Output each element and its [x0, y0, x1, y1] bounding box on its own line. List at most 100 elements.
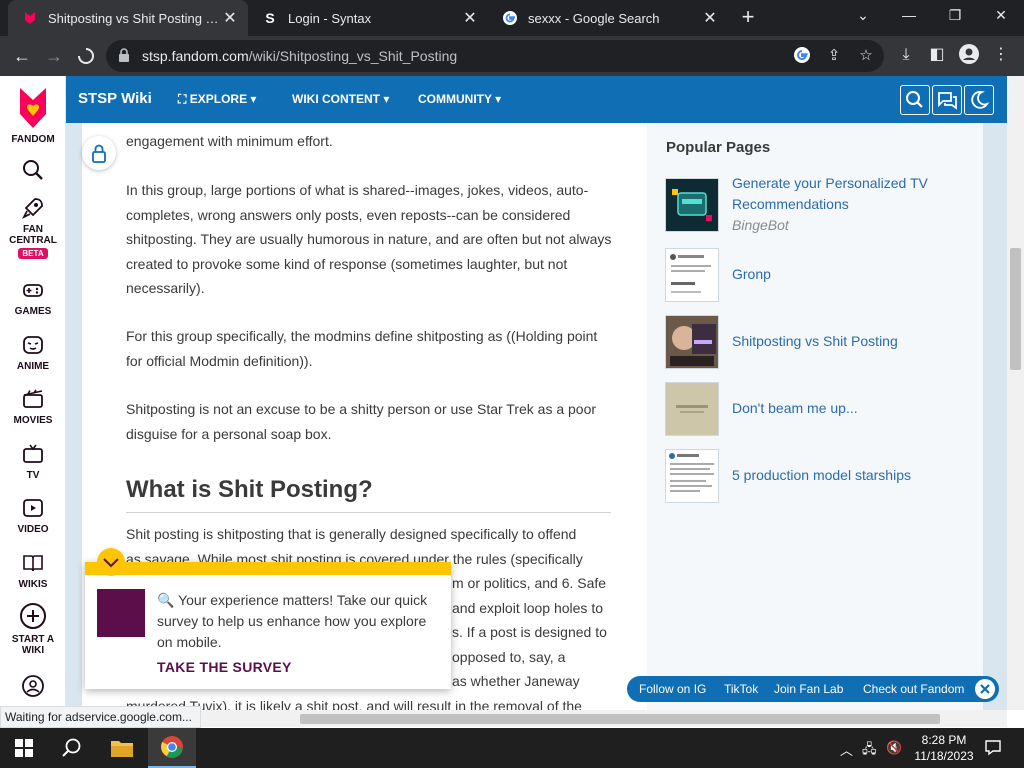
- fandom-brand-label: FANDOM: [11, 134, 55, 145]
- loading-spinner-icon[interactable]: [72, 42, 100, 70]
- forward-arrow-icon[interactable]: →: [40, 42, 68, 70]
- nav-wiki-content[interactable]: WIKI CONTENT ▾: [292, 92, 389, 106]
- address-bar[interactable]: stsp.fandom.com/wiki/Shitposting_vs_Shit…: [106, 40, 884, 72]
- horizontal-scroll-thumb[interactable]: [300, 714, 940, 724]
- lock-icon: [118, 48, 130, 62]
- user-account-button[interactable]: [0, 674, 66, 702]
- wiki-name-link[interactable]: STSP Wiki: [78, 90, 152, 107]
- tiktok-link[interactable]: TikTok: [724, 682, 758, 696]
- theme-toggle-button[interactable]: [964, 85, 994, 115]
- profile-avatar-icon[interactable]: [958, 44, 980, 66]
- rail-item-start-a-wiki[interactable]: START A WIKI: [0, 602, 66, 656]
- file-explorer-button[interactable]: [98, 728, 146, 768]
- check-out-fandom-link[interactable]: Check out Fandom: [863, 682, 964, 696]
- wiki-search-button[interactable]: [900, 85, 930, 115]
- popular-page-item[interactable]: Don't beam me up...: [665, 382, 965, 436]
- new-tab-icon[interactable]: +: [736, 6, 760, 30]
- chevron-down-icon: [103, 558, 119, 568]
- popular-page-item[interactable]: 5 production model starships: [665, 449, 965, 503]
- book-icon: [23, 555, 43, 572]
- nav-community[interactable]: COMMUNITY ▾: [418, 92, 501, 106]
- popular-page-link[interactable]: Shitposting vs Shit Posting: [732, 331, 962, 352]
- fandom-logo-icon: [20, 88, 46, 128]
- chrome-taskbar-button[interactable]: [148, 728, 196, 768]
- chevron-down-icon[interactable]: ⌄: [840, 0, 886, 32]
- article-paragraph-line: m or politics, and 6. Safe: [452, 575, 607, 591]
- network-icon[interactable]: 🖧: [862, 740, 877, 762]
- back-arrow-icon[interactable]: ←: [8, 42, 36, 70]
- download-icon[interactable]: ⤓: [895, 44, 917, 66]
- url-text: stsp.fandom.com/wiki/Shitposting_vs_Shit…: [142, 48, 458, 64]
- rail-label: WIKIS: [18, 579, 48, 590]
- minimize-icon[interactable]: —: [886, 0, 932, 32]
- close-icon[interactable]: ✕: [460, 8, 480, 28]
- popular-page-item[interactable]: Shitposting vs Shit Posting: [665, 315, 965, 369]
- follow-ig-link[interactable]: Follow on IG: [639, 682, 706, 696]
- rail-item-anime[interactable]: ANIME: [0, 333, 66, 372]
- survey-header-bar: [85, 562, 451, 575]
- popular-page-item[interactable]: Generate your Personalized TV Recommenda…: [665, 175, 965, 233]
- google-lens-icon[interactable]: [792, 46, 812, 66]
- tab-google-search[interactable]: sexxx - Google Search ✕: [488, 0, 728, 36]
- rail-item-games[interactable]: GAMES: [0, 278, 66, 317]
- bingebot-thumbnail: [665, 178, 719, 232]
- rail-item-video[interactable]: VIDEO: [0, 496, 66, 535]
- search-icon: [62, 738, 81, 757]
- close-icon: [980, 684, 990, 694]
- volume-muted-icon[interactable]: 🔇: [886, 740, 902, 756]
- protected-page-badge[interactable]: [82, 136, 116, 170]
- beta-badge: BETA: [18, 248, 48, 259]
- close-icon[interactable]: ✕: [220, 8, 240, 28]
- popular-page-link[interactable]: Gronp: [732, 264, 962, 285]
- rail-label: VIDEO: [17, 524, 49, 535]
- window-close-icon[interactable]: ✕: [978, 0, 1024, 32]
- join-fan-lab-link[interactable]: Join Fan Lab: [774, 682, 843, 696]
- close-social-bar-button[interactable]: [975, 679, 995, 699]
- article-paragraph: In this group, large portions of what is…: [126, 182, 612, 296]
- rail-item-movies[interactable]: MOVIES: [0, 387, 66, 426]
- folder-icon: [111, 741, 133, 757]
- rocket-icon: [21, 198, 43, 220]
- windows-taskbar: ︿ 🖧 🔇 8:28 PM 11/18/2023: [0, 728, 1024, 768]
- popular-page-link[interactable]: Generate your Personalized TV Recommenda…: [732, 173, 962, 215]
- wiki-header: STSP Wiki ⛶ EXPLORE ▾ WIKI CONTENT ▾ COM…: [66, 76, 1007, 123]
- close-icon[interactable]: ✕: [700, 8, 720, 28]
- popular-page-link[interactable]: 5 production model starships: [732, 465, 962, 486]
- taskbar-clock[interactable]: 8:28 PM 11/18/2023: [912, 732, 976, 764]
- discussions-icon: [938, 92, 957, 110]
- share-icon[interactable]: ⇪: [824, 46, 844, 66]
- popular-page-link[interactable]: Don't beam me up...: [732, 398, 962, 419]
- tab-shitposting[interactable]: Shitposting vs Shit Posting | STSP ✕: [8, 0, 248, 36]
- taskbar-search-button[interactable]: [48, 728, 96, 768]
- vertical-scroll-thumb[interactable]: [1010, 248, 1021, 370]
- star-bookmark-icon[interactable]: ☆: [856, 46, 876, 66]
- fandom-global-nav: FANDOM FAN CENTRAL BETA GAMES ANIME MOVI…: [0, 76, 66, 710]
- rail-item-fan-central[interactable]: FAN CENTRAL BETA: [0, 196, 66, 259]
- search-button[interactable]: [0, 158, 66, 186]
- rail-item-wikis[interactable]: WIKIS: [0, 551, 66, 590]
- notification-icon[interactable]: [984, 738, 1002, 759]
- tab-login-syntax[interactable]: S Login - Syntax ✕: [248, 0, 488, 36]
- start-button[interactable]: [0, 728, 48, 768]
- kebab-menu-icon[interactable]: ⋮: [990, 44, 1012, 66]
- rail-label: TV: [26, 470, 40, 481]
- anime-face-icon: [23, 336, 43, 354]
- tray-chevron-up-icon[interactable]: ︿: [840, 740, 853, 759]
- vertical-scrollbar[interactable]: [1007, 76, 1024, 710]
- survey-image: [97, 589, 145, 637]
- restore-icon[interactable]: ❐: [932, 0, 978, 32]
- collapse-survey-button[interactable]: [97, 548, 125, 576]
- nav-explore[interactable]: ⛶ EXPLORE ▾: [178, 92, 256, 107]
- discussions-button[interactable]: [932, 85, 962, 115]
- fandom-logo[interactable]: FANDOM: [0, 84, 66, 145]
- side-panel-icon[interactable]: ◧: [926, 44, 948, 66]
- rail-item-tv[interactable]: TV: [0, 442, 66, 481]
- tab-title: Login - Syntax: [288, 10, 372, 26]
- article-paragraph: Shitposting is not an excuse to be a shi…: [126, 401, 597, 442]
- section-heading: What is Shit Posting?: [126, 476, 373, 503]
- heading-divider: [126, 512, 611, 513]
- take-survey-button[interactable]: TAKE THE SURVEY: [157, 659, 292, 675]
- article-paragraph-line: opposed to, say, a: [452, 649, 566, 665]
- popular-page-item[interactable]: Gronp: [665, 248, 965, 302]
- tab-title: Shitposting vs Shit Posting | STSP: [48, 10, 220, 26]
